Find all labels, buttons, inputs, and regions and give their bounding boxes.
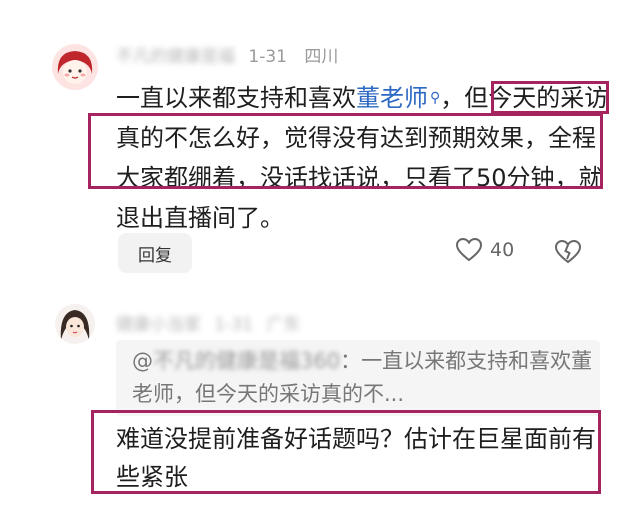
quote-username: 不凡的健康是福360	[153, 349, 341, 373]
comment-meta: 健康小当家 1-31 广东	[116, 310, 308, 335]
highlight-box	[88, 113, 603, 189]
girl-avatar-icon	[55, 304, 95, 344]
comment-text-part1: 一直以来都支持和喜欢	[116, 84, 356, 112]
username[interactable]: 不凡的健康是福	[116, 42, 235, 67]
highlight-box	[91, 410, 601, 494]
quoted-comment-text: @不凡的健康是福360：一直以来都支持和喜欢董老师，但今天的采访真的不...	[132, 345, 600, 411]
mention-link[interactable]: 董老师	[356, 84, 428, 112]
avatar[interactable]	[55, 304, 95, 344]
quote-at: @	[132, 349, 153, 373]
heart-icon	[456, 238, 482, 262]
username[interactable]: 健康小当家	[116, 310, 201, 335]
reply-button[interactable]: 回复	[118, 233, 192, 273]
search-icon: ⚲	[430, 90, 441, 106]
comment-meta: 不凡的健康是福 1-31 四川	[116, 42, 338, 67]
comment-date: 1-31	[248, 47, 287, 67]
girl-avatar-icon	[52, 44, 98, 90]
avatar[interactable]	[52, 44, 98, 90]
comment-location: 广东	[266, 315, 301, 335]
broken-heart-icon[interactable]	[554, 239, 582, 268]
highlight-box	[491, 81, 609, 114]
like-button[interactable]: 40	[456, 238, 514, 262]
like-count: 40	[490, 239, 515, 261]
comment-location: 四川	[304, 47, 339, 67]
comment-date: 1-31	[214, 315, 253, 335]
